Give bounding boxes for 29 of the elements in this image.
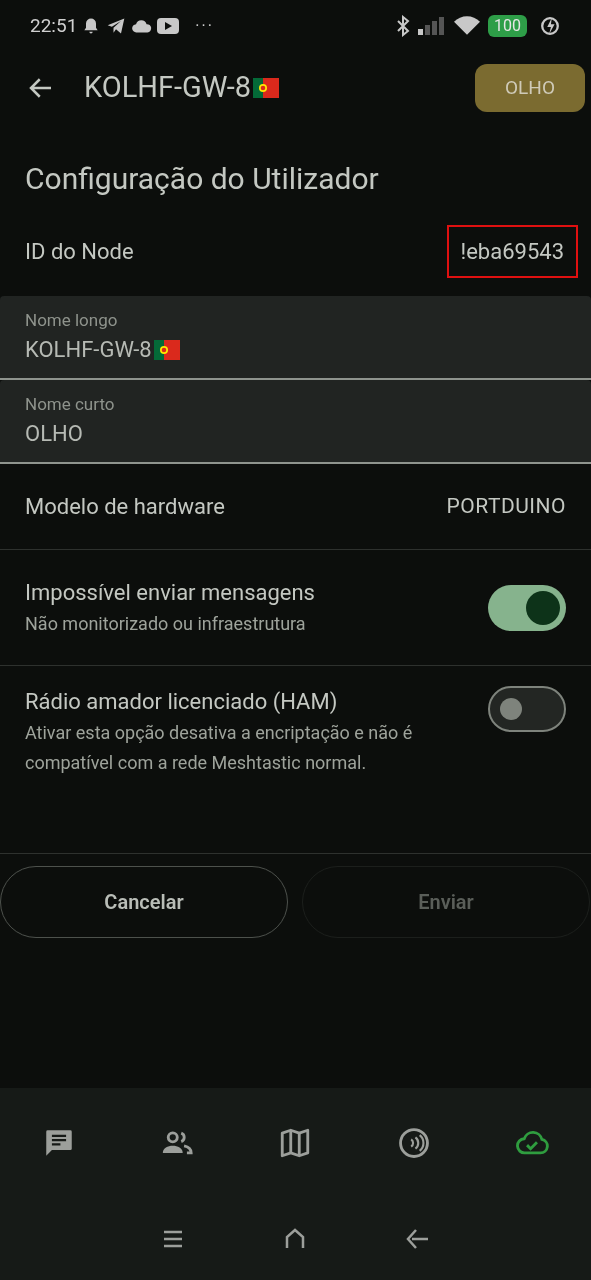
charging-icon — [539, 15, 561, 37]
node-id-label: ID do Node — [25, 237, 134, 266]
setting-description: Não monitorizado ou infraestrutura — [25, 611, 307, 636]
signal-circle-icon[interactable] — [396, 1126, 431, 1160]
setting-title: Rádio amador licenciado (HAM) — [25, 688, 339, 716]
setting-title: Impossível enviar mensagens — [25, 578, 316, 607]
cloud-icon — [131, 18, 154, 34]
portugal-flag-icon — [253, 78, 279, 98]
toggle-switch[interactable] — [488, 686, 566, 732]
page-title: KOLHF-GW-8 — [84, 69, 251, 107]
hardware-label: Modelo de hardware — [25, 493, 225, 521]
portugal-flag-icon — [153, 339, 180, 360]
back-icon[interactable] — [405, 1228, 430, 1250]
more-indicator: ··· — [195, 15, 214, 37]
battery-indicator: 100 — [488, 15, 527, 37]
node-id-value: !eba69543 — [446, 224, 578, 278]
menu-icon[interactable] — [161, 1229, 184, 1249]
bluetooth-icon — [396, 15, 410, 37]
setting-description: Ativar esta opção desativa a encriptação e não é compatível com a rede Meshtastic normal. — [25, 721, 414, 775]
home-icon[interactable] — [283, 1228, 306, 1250]
section-title: Configuração do Utilizador — [24, 160, 380, 198]
clock: 22:51 — [30, 12, 78, 39]
text-field[interactable]: Nome curto OLHO — [0, 380, 591, 464]
toggle-switch[interactable] — [488, 584, 566, 631]
play-icon — [157, 17, 180, 35]
hardware-value: PORTDUINO — [446, 492, 566, 520]
wifi-icon — [454, 16, 480, 36]
text-field[interactable]: Nome longo KOLHF-GW-8 — [0, 296, 591, 380]
signal-icon — [418, 17, 446, 35]
